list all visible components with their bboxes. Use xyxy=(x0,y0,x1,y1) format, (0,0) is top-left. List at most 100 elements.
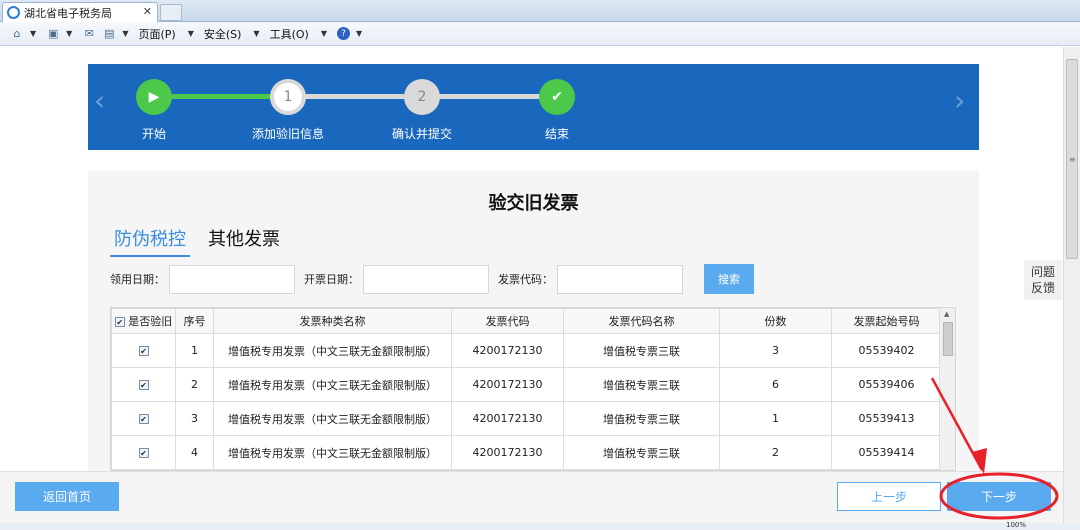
cell-code-name: 增值税专票三联 xyxy=(563,367,720,402)
step-label-confirm: 确认并提交 xyxy=(391,127,453,141)
row-checkbox[interactable]: ✔ xyxy=(138,414,149,424)
previous-step-button[interactable]: 上一步 xyxy=(837,482,941,511)
invoice-table-container: ✔ 是否验旧 序号 发票种类名称 发票代码 发票代码名称 份数 发票起始号码 ✔… xyxy=(110,307,956,471)
cell-type: 增值税专用发票（中文三联无金额限制版） xyxy=(213,435,452,470)
cell-count: 2 xyxy=(719,435,832,470)
cell-code: 4200172130 xyxy=(451,435,564,470)
home-icon[interactable]: ⌂ xyxy=(10,27,24,41)
banner-next-arrow-icon[interactable]: › xyxy=(954,84,965,117)
close-tab-icon[interactable]: ✕ xyxy=(143,5,152,18)
main-card: 验交旧发票 防伪税控 其他发票 领用日期： 开票日期： 发票代码： 搜索 ✔ 是… xyxy=(88,171,979,471)
step-label-add-info: 添加验旧信息 xyxy=(251,127,325,141)
mail-icon[interactable]: ✉ xyxy=(82,27,96,41)
cell-code-name: 增值税专票三联 xyxy=(563,333,720,368)
cell-start-no: 05539413 xyxy=(831,401,942,436)
table-row: ✔ 2 增值税专用发票（中文三联无金额限制版） 4200172130 增值税专票… xyxy=(111,367,942,402)
date-input[interactable] xyxy=(169,264,295,294)
select-all-checkbox[interactable]: ✔ xyxy=(114,317,125,327)
table-row: ✔ 1 增值税专用发票（中文三联无金额限制版） 4200172130 增值税专票… xyxy=(111,333,942,368)
cell-start-no: 05539402 xyxy=(831,333,942,368)
step-label-end: 结束 xyxy=(544,127,570,141)
cell-count: 3 xyxy=(719,333,832,368)
row-checkbox[interactable]: ✔ xyxy=(138,380,149,390)
header-start-no: 发票起始号码 xyxy=(831,308,942,334)
help-icon[interactable]: ? xyxy=(336,27,350,40)
step-2-marker: 2 xyxy=(404,79,440,115)
tab-anti-counterfeit[interactable]: 防伪税控 xyxy=(110,225,190,257)
table-scrollbar-thumb[interactable] xyxy=(943,322,953,356)
browser-tab[interactable]: 湖北省电子税务局 ✕ xyxy=(2,2,158,22)
command-bar: ⌂ ▼ ▣ ▼ ✉ ▤ ▼ 页面(P) ▼ 安全(S) ▼ 工具(O) ▼ ? ▼ xyxy=(0,22,1080,46)
step-start-icon: ▶ xyxy=(136,79,172,115)
issue-date-input[interactable] xyxy=(363,264,489,294)
feedback-widget[interactable]: 问题 反馈 xyxy=(1024,260,1062,300)
cell-code-name: 增值税专票三联 xyxy=(563,435,720,470)
progress-track-done xyxy=(154,94,288,99)
feedback-line1: 问题 xyxy=(1030,265,1055,279)
browser-tab-bar: 湖北省电子税务局 ✕ xyxy=(0,0,1080,22)
chevron-down-icon[interactable]: ▼ xyxy=(122,29,128,38)
page-scrollbar[interactable]: ≡ xyxy=(1063,47,1080,530)
header-code-name: 发票代码名称 xyxy=(563,308,720,334)
cell-start-no: 05539406 xyxy=(831,367,942,402)
code-label: 发票代码： xyxy=(498,273,553,286)
cell-no: 4 xyxy=(175,435,214,470)
cell-code-name: 增值税专票三联 xyxy=(563,401,720,436)
issue-date-label: 开票日期： xyxy=(304,273,359,286)
row-checkbox[interactable]: ✔ xyxy=(138,346,149,356)
header-no: 序号 xyxy=(175,308,214,334)
back-home-button[interactable]: 返回首页 xyxy=(15,482,119,511)
tab-other-invoices[interactable]: 其他发票 xyxy=(208,225,280,257)
zoom-level[interactable]: 100% xyxy=(1006,521,1026,529)
date-label: 领用日期： xyxy=(110,273,165,286)
browser-tab-title: 湖北省电子税务局 xyxy=(24,6,112,20)
cell-count: 1 xyxy=(719,401,832,436)
chevron-down-icon[interactable]: ▼ xyxy=(66,29,72,38)
scroll-up-icon[interactable]: ▲ xyxy=(944,310,949,318)
cell-type: 增值税专用发票（中文三联无金额限制版） xyxy=(213,401,452,436)
page-title: 验交旧发票 xyxy=(488,193,579,214)
step-end-check-icon: ✔ xyxy=(539,79,575,115)
scroll-grip-icon: ≡ xyxy=(1069,155,1076,164)
cell-type: 增值税专用发票（中文三联无金额限制版） xyxy=(213,367,452,402)
header-type: 发票种类名称 xyxy=(213,308,452,334)
cell-start-no: 05539414 xyxy=(831,435,942,470)
next-step-button[interactable]: 下一步 xyxy=(947,482,1051,511)
cell-no: 1 xyxy=(175,333,214,368)
new-tab-button[interactable] xyxy=(160,4,182,21)
row-checkbox[interactable]: ✔ xyxy=(138,448,149,458)
chevron-down-icon[interactable]: ▼ xyxy=(356,29,362,38)
print-icon[interactable]: ▤ xyxy=(102,27,116,41)
chevron-down-icon[interactable]: ▼ xyxy=(30,29,36,38)
menu-safety[interactable]: 安全(S) xyxy=(204,26,242,42)
header-verify-label: 是否验旧 xyxy=(128,315,173,328)
header-count: 份数 xyxy=(719,308,832,334)
ie-logo-icon xyxy=(7,6,20,19)
search-button[interactable]: 搜索 xyxy=(704,264,754,294)
step-label-start: 开始 xyxy=(141,127,167,141)
cell-no: 2 xyxy=(175,367,214,402)
status-bar xyxy=(0,523,1080,530)
cell-count: 6 xyxy=(719,367,832,402)
code-input[interactable] xyxy=(557,264,683,294)
invoice-table: ✔ 是否验旧 序号 发票种类名称 发票代码 发票代码名称 份数 发票起始号码 ✔… xyxy=(111,308,942,470)
chevron-down-icon[interactable]: ▼ xyxy=(253,29,259,38)
step-progress-banner: ‹ › ▶ 1 2 ✔ 开始 添加验旧信息 确认并提交 结束 xyxy=(88,64,979,150)
chevron-down-icon[interactable]: ▼ xyxy=(321,29,327,38)
table-row: ✔ 4 增值税专用发票（中文三联无金额限制版） 4200172130 增值税专票… xyxy=(111,435,942,470)
menu-tools[interactable]: 工具(O) xyxy=(270,26,309,42)
bottom-action-bar: 返回首页 上一步 下一步 xyxy=(0,471,1063,523)
filter-row: 领用日期： 开票日期： 发票代码： 搜索 xyxy=(110,262,956,296)
table-row: ✔ 3 增值税专用发票（中文三联无金额限制版） 4200172130 增值税专票… xyxy=(111,401,942,436)
chevron-down-icon[interactable]: ▼ xyxy=(188,29,194,38)
cell-no: 3 xyxy=(175,401,214,436)
feeds-icon[interactable]: ▣ xyxy=(46,27,60,41)
header-code: 发票代码 xyxy=(451,308,564,334)
cell-type: 增值税专用发票（中文三联无金额限制版） xyxy=(213,333,452,368)
cell-code: 4200172130 xyxy=(451,367,564,402)
cell-code: 4200172130 xyxy=(451,401,564,436)
menu-page[interactable]: 页面(P) xyxy=(138,26,175,42)
feedback-line2: 反馈 xyxy=(1030,281,1055,295)
banner-prev-arrow-icon[interactable]: ‹ xyxy=(94,84,105,117)
table-scrollbar[interactable]: ▲ xyxy=(939,308,955,470)
